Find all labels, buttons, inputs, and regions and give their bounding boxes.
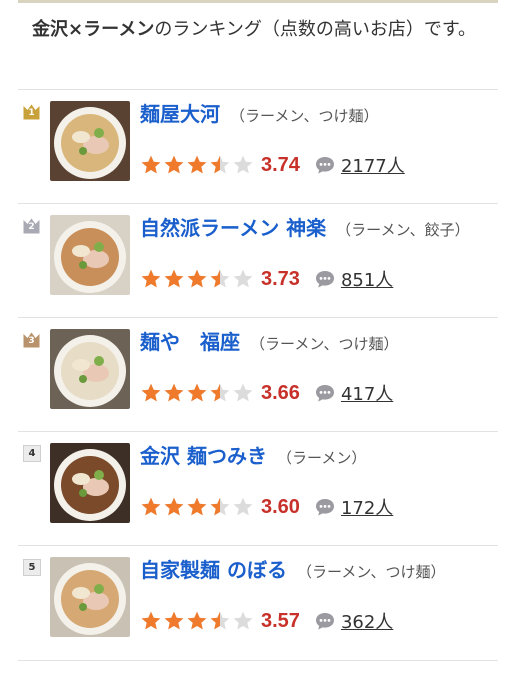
rating-row: 3.73 851人 xyxy=(140,266,393,292)
genre-label: （ラーメン、つけ麺） xyxy=(250,335,399,353)
title-line: 麺屋大河 （ラーメン、つけ麺） xyxy=(140,100,490,130)
restaurant-name-link[interactable]: 自家製麺 のぼる xyxy=(140,558,287,582)
review-count-link[interactable]: 172人 xyxy=(341,494,393,520)
star-rating xyxy=(140,382,255,404)
star-icon xyxy=(187,269,207,288)
title-line: 麺や 福座 （ラーメン、つけ麺） xyxy=(140,328,490,358)
star-icon xyxy=(210,611,230,630)
score-value: 3.74 xyxy=(261,153,300,176)
star-icon xyxy=(233,611,253,630)
star-icon xyxy=(164,383,184,402)
title-line: 自家製麺 のぼる （ラーメン、つけ麺） xyxy=(140,556,490,586)
rating-row: 3.60 172人 xyxy=(140,494,393,520)
comment-bubble-icon xyxy=(315,157,334,174)
rating-row: 3.74 2177人 xyxy=(140,152,405,178)
restaurant-photo[interactable] xyxy=(50,101,130,181)
star-icon xyxy=(233,383,253,402)
rating-row: 3.57 362人 xyxy=(140,608,393,634)
rank-badge: 2 xyxy=(23,217,40,234)
review-count-link[interactable]: 851人 xyxy=(341,266,393,292)
restaurant-photo[interactable] xyxy=(50,329,130,409)
heading-text: のランキング（点数の高いお店）です。 xyxy=(154,19,477,40)
genre-label: （ラーメン、つけ麺） xyxy=(296,563,446,581)
star-icon xyxy=(141,497,161,516)
star-icon xyxy=(233,269,253,288)
top-divider xyxy=(18,0,498,3)
star-icon xyxy=(210,383,230,402)
ranking-item: 3 麺や 福座 （ラーメン、つけ麺） 3.66 417人 xyxy=(18,317,498,432)
score-value: 3.60 xyxy=(261,495,300,518)
review-count-link[interactable]: 362人 xyxy=(341,608,393,634)
star-icon xyxy=(164,155,184,174)
restaurant-name-link[interactable]: 麺や 福座 xyxy=(140,330,240,354)
score-value: 3.57 xyxy=(261,609,300,632)
comment-bubble-icon xyxy=(315,271,334,288)
title-line: 金沢 麺つみき （ラーメン） xyxy=(140,442,490,472)
star-icon xyxy=(210,155,230,174)
star-icon xyxy=(141,269,161,288)
rank-number: 3 xyxy=(28,336,35,346)
heading-keyword: 金沢×ラーメン xyxy=(32,19,155,40)
review-count-link[interactable]: 2177人 xyxy=(341,152,405,178)
star-icon xyxy=(233,155,253,174)
star-rating xyxy=(140,268,255,290)
rank-number: 2 xyxy=(28,222,35,232)
star-icon xyxy=(141,383,161,402)
star-icon xyxy=(233,497,253,516)
ranking-item: 1 麺屋大河 （ラーメン、つけ麺） 3.74 2177人 xyxy=(18,89,498,204)
star-icon xyxy=(187,383,207,402)
restaurant-name-link[interactable]: 麺屋大河 xyxy=(140,102,220,126)
restaurant-name-link[interactable]: 金沢 麺つみき xyxy=(140,444,267,468)
star-icon xyxy=(164,269,184,288)
comment-bubble-icon xyxy=(315,499,334,516)
star-icon xyxy=(210,497,230,516)
star-icon xyxy=(141,611,161,630)
star-icon xyxy=(164,497,184,516)
star-rating xyxy=(140,154,255,176)
score-value: 3.66 xyxy=(261,381,300,404)
star-icon xyxy=(164,611,184,630)
star-icon xyxy=(187,611,207,630)
ranking-item: 4 金沢 麺つみき （ラーメン） 3.60 172人 xyxy=(18,431,498,546)
review-count-link[interactable]: 417人 xyxy=(341,380,393,406)
star-rating xyxy=(140,610,255,632)
title-line: 自然派ラーメン 神楽 （ラーメン、餃子） xyxy=(140,214,490,244)
rank-number: 4 xyxy=(23,445,41,462)
star-icon xyxy=(141,155,161,174)
genre-label: （ラーメン） xyxy=(276,449,367,467)
ranking-widget: 金沢×ラーメンのランキング（点数の高いお店）です。 1 麺屋大河 （ラーメン、つけ麺… xyxy=(0,0,518,676)
ranking-item: 5 自家製麺 のぼる （ラーメン、つけ麺） 3.57 362人 xyxy=(18,545,498,661)
ranking-item: 2 自然派ラーメン 神楽 （ラーメン、餃子） 3.73 851人 xyxy=(18,203,498,318)
comment-bubble-icon xyxy=(315,385,334,402)
ranking-heading: 金沢×ラーメンのランキング（点数の高いお店）です。 xyxy=(32,16,484,44)
restaurant-name-link[interactable]: 自然派ラーメン 神楽 xyxy=(140,216,326,240)
star-icon xyxy=(187,497,207,516)
rating-row: 3.66 417人 xyxy=(140,380,393,406)
genre-label: （ラーメン、餃子） xyxy=(336,221,470,239)
star-icon xyxy=(210,269,230,288)
comment-bubble-icon xyxy=(315,613,334,630)
score-value: 3.73 xyxy=(261,267,300,290)
rank-number: 1 xyxy=(28,108,35,118)
restaurant-photo[interactable] xyxy=(50,443,130,523)
genre-label: （ラーメン、つけ麺） xyxy=(230,107,379,125)
rank-badge: 1 xyxy=(23,103,40,120)
rank-badge: 3 xyxy=(23,331,40,348)
star-icon xyxy=(187,155,207,174)
rank-number: 5 xyxy=(23,559,41,576)
star-rating xyxy=(140,496,255,518)
restaurant-photo[interactable] xyxy=(50,557,130,637)
restaurant-photo[interactable] xyxy=(50,215,130,295)
